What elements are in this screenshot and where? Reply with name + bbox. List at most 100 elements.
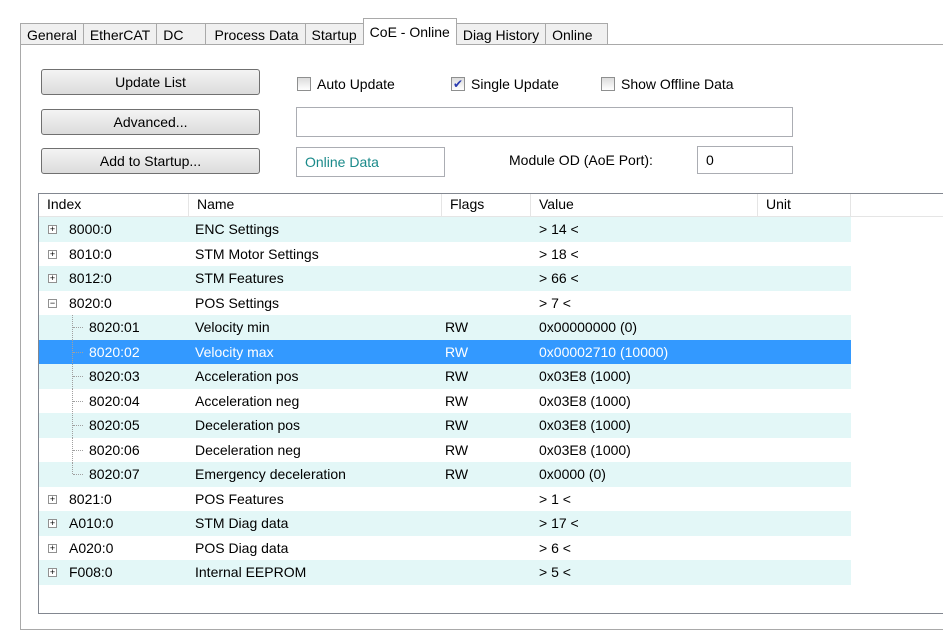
cell-name: POS Diag data: [195, 539, 289, 556]
cell-name: Acceleration neg: [195, 392, 300, 409]
tree-line: [73, 425, 83, 426]
cell-flags: RW: [445, 343, 469, 360]
list-item[interactable]: − 8020:0 POS Settings > 7 <: [39, 291, 851, 316]
tab-general[interactable]: General: [20, 23, 84, 45]
cell-flags: RW: [445, 417, 469, 433]
column-header-flags[interactable]: Flags: [442, 194, 531, 216]
cell-index: A020:0: [69, 539, 114, 556]
column-header-index[interactable]: Index: [39, 194, 189, 216]
list-item[interactable]: 8020:05 Deceleration pos RW 0x03E8 (1000): [39, 413, 851, 438]
cell-index: 8020:02: [89, 343, 140, 360]
advanced-button[interactable]: Advanced...: [41, 109, 260, 135]
column-header-unit[interactable]: Unit: [758, 194, 851, 216]
cell-index: 8020:03: [89, 368, 140, 384]
tab-dc[interactable]: DC: [156, 23, 207, 45]
tab-process-data[interactable]: Process Data: [205, 23, 306, 45]
coe-object-list[interactable]: Index Name Flags Value Unit +8000:0 ENC S…: [38, 193, 943, 614]
column-header-name[interactable]: Name: [189, 194, 442, 216]
auto-update-label: Auto Update: [317, 76, 395, 92]
cell-index: 8020:05: [89, 417, 140, 433]
cell-index: 8020:07: [89, 466, 140, 482]
cell-value: > 5 <: [539, 564, 571, 580]
expand-icon[interactable]: +: [48, 274, 57, 283]
expand-icon[interactable]: +: [48, 494, 57, 504]
cell-index: 8012:0: [69, 270, 112, 286]
cell-flags: RW: [445, 392, 469, 409]
cell-value: 0x00002710 (10000): [539, 343, 669, 360]
auto-update-checkbox[interactable]: Auto Update: [297, 76, 395, 92]
cell-name: ENC Settings: [195, 221, 280, 237]
single-update-checkbox[interactable]: ✔ Single Update: [451, 76, 559, 92]
module-od-label: Module OD (AoE Port):: [509, 152, 653, 168]
list-item[interactable]: +8012:0 STM Features > 66 <: [39, 266, 851, 291]
list-item[interactable]: +8000:0 ENC Settings > 14 <: [39, 217, 851, 242]
cell-index: 8010:0: [69, 245, 112, 262]
cell-name: Deceleration pos: [195, 417, 301, 433]
checkbox-box: [297, 77, 311, 91]
expand-icon[interactable]: +: [48, 568, 57, 577]
tab-ethercat[interactable]: EtherCAT: [82, 23, 158, 45]
cell-name: STM Features: [195, 270, 284, 286]
cell-index: 8021:0: [69, 490, 112, 507]
list-item[interactable]: 8020:06 Deceleration neg RW 0x03E8 (1000): [39, 437, 851, 463]
single-update-label: Single Update: [471, 76, 559, 92]
expand-icon[interactable]: +: [48, 225, 57, 234]
add-to-startup-button[interactable]: Add to Startup...: [41, 148, 260, 174]
cell-index: 8020:01: [89, 319, 140, 335]
cell-index: A010:0: [69, 515, 114, 531]
collapse-icon[interactable]: −: [48, 298, 57, 308]
list-item[interactable]: 8020:03 Acceleration pos RW 0x03E8 (1000): [39, 364, 851, 389]
list-item[interactable]: 8020:02 Velocity max RW 0x00002710 (10000): [39, 339, 851, 365]
module-od-input[interactable]: 0: [697, 146, 793, 174]
cell-name: STM Motor Settings: [195, 245, 319, 262]
show-offline-data-checkbox[interactable]: Show Offline Data: [601, 76, 734, 92]
tab-diag-history[interactable]: Diag History: [455, 23, 547, 45]
expand-icon[interactable]: +: [48, 519, 57, 528]
cell-index: 8020:0: [69, 294, 112, 311]
status-field: [296, 107, 793, 137]
cell-name: Velocity max: [195, 343, 274, 360]
cell-index: F008:0: [69, 564, 113, 580]
cell-value: > 6 <: [539, 539, 571, 556]
cell-value: 0x03E8 (1000): [539, 441, 631, 458]
cell-value: > 1 <: [539, 490, 571, 507]
tab-coe-online[interactable]: CoE - Online: [362, 18, 457, 45]
cell-value: 0x03E8 (1000): [539, 368, 631, 384]
cell-value: > 18 <: [539, 245, 579, 262]
expand-icon[interactable]: +: [48, 249, 57, 259]
tab-startup[interactable]: Startup: [304, 23, 364, 45]
cell-flags: RW: [445, 441, 469, 458]
tree-line: [73, 351, 83, 353]
list-item[interactable]: + A010:0 STM Diag data > 17 <: [39, 511, 851, 536]
cell-index: 8000:0: [69, 221, 112, 237]
list-item[interactable]: + A020:0 POS Diag data > 6 <: [39, 536, 851, 561]
cell-value: > 7 <: [539, 294, 571, 311]
cell-value: 0x00000000 (0): [539, 319, 638, 335]
tree-line: [72, 462, 73, 474]
cell-name: Acceleration pos: [195, 368, 299, 384]
checkbox-box: [601, 77, 615, 91]
list-item[interactable]: +8010:0 STM Motor Settings > 18 <: [39, 242, 851, 267]
column-header-value[interactable]: Value: [531, 194, 758, 216]
cell-value: > 14 <: [539, 221, 579, 237]
list-item[interactable]: 8020:07 Emergency deceleration RW 0x0000 (0…: [39, 462, 851, 487]
tab-online[interactable]: Online: [545, 23, 608, 45]
list-item[interactable]: +8021:0 POS Features > 1 <: [39, 487, 851, 512]
list-item[interactable]: + F008:0 Internal EEPROM > 5 <: [39, 560, 851, 585]
tree-line: [73, 400, 83, 402]
list-item[interactable]: 8020:01 Velocity min RW 0x00000000 (0): [39, 315, 851, 340]
cell-index: 8020:06: [89, 441, 140, 458]
cell-name: Velocity min: [195, 319, 270, 335]
tree-line: [73, 474, 83, 475]
list-rows: +8000:0 ENC Settings > 14 < +8010:0 STM Moto…: [39, 217, 851, 585]
cell-flags: RW: [445, 466, 469, 482]
cell-value: 0x03E8 (1000): [539, 417, 631, 433]
cell-flags: RW: [445, 368, 469, 384]
tree-line: [73, 327, 83, 328]
list-item[interactable]: 8020:04 Acceleration neg RW 0x03E8 (1000): [39, 388, 851, 414]
cell-value: > 17 <: [539, 515, 579, 531]
update-list-button[interactable]: Update List: [41, 69, 260, 95]
cell-value: 0x03E8 (1000): [539, 392, 631, 409]
cell-index: 8020:04: [89, 392, 140, 409]
expand-icon[interactable]: +: [48, 543, 57, 553]
